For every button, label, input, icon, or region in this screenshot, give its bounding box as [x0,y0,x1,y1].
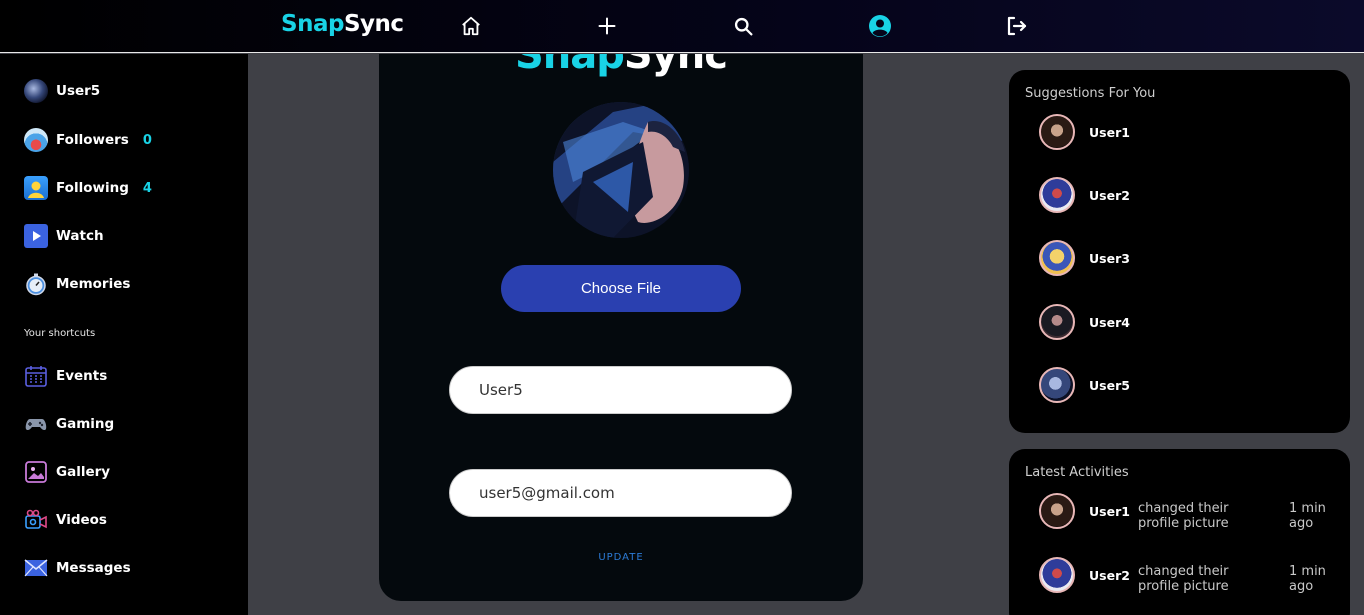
followers-count: 0 [142,132,152,148]
suggestion-user3[interactable]: User3 [1039,240,1130,276]
sidebar-item-messages[interactable]: Messages [24,554,131,582]
video-camera-icon [24,508,48,532]
calendar-icon [24,364,48,388]
logout-icon[interactable] [1003,13,1029,39]
activity-item[interactable]: User2 [1039,557,1130,593]
email-field[interactable]: user5@gmail.com [449,469,792,517]
sidebar-item-videos[interactable]: Videos [24,506,107,534]
activities-panel: Latest Activities User1 changed their pr… [1009,449,1350,615]
choose-file-button[interactable]: Choose File [501,265,741,312]
suggestion-username: User2 [1089,187,1130,203]
left-sidebar: User5 Followers 0 Following 4 Watch Memo… [0,54,248,615]
add-icon[interactable] [594,13,620,39]
avatar [1039,557,1075,593]
brand-part-1: Snap [281,11,344,37]
image-icon [24,460,48,484]
following-icon [24,176,48,200]
search-icon[interactable] [730,13,756,39]
avatar [1039,367,1075,403]
username-field[interactable]: User5 [449,366,792,414]
avatar [1039,240,1075,276]
sidebar-item-watch[interactable]: Watch [24,222,104,250]
sidebar-item-memories[interactable]: Memories [24,270,130,298]
sidebar-item-label: Followers [56,132,129,148]
avatar [1039,177,1075,213]
following-count: 4 [142,180,152,196]
avatar [1039,493,1075,529]
sidebar-item-label: Memories [56,276,131,292]
sidebar-item-label: Gaming [56,416,115,432]
home-icon[interactable] [458,13,484,39]
sidebar-item-events[interactable]: Events [24,362,107,390]
activity-time: 1 min ago [1289,564,1326,594]
suggestion-user1[interactable]: User1 [1039,114,1130,150]
activity-username: User1 [1089,503,1130,519]
sidebar-item-label: Gallery [56,464,111,480]
profile-picture [553,102,689,238]
avatar [1039,304,1075,340]
followers-icon [24,128,48,152]
card-title-part-2: Sync [623,54,728,78]
suggestions-heading: Suggestions For You [1025,86,1156,101]
card-title-part-1: Snap [515,54,625,78]
avatar [24,79,48,103]
sidebar-item-label: Watch [56,228,104,244]
sidebar-item-label: Following [56,180,129,196]
activity-text: changed their profile picture [1138,564,1229,594]
activity-username: User2 [1089,567,1130,583]
avatar [1039,114,1075,150]
sidebar-item-label: Messages [56,560,131,576]
activities-heading: Latest Activities [1025,465,1129,480]
sidebar-item-gallery[interactable]: Gallery [24,458,110,486]
edit-profile-card: SnapSync Choose File User5 user5@gmail.c… [379,54,863,601]
suggestion-user4[interactable]: User4 [1039,304,1130,340]
shortcuts-heading: Your shortcuts [24,328,96,339]
card-brand-title: SnapSync [379,54,863,78]
sidebar-item-profile[interactable]: User5 [24,77,100,105]
sidebar-item-label: User5 [56,83,101,99]
sidebar-item-following[interactable]: Following 4 [24,174,152,202]
activity-item[interactable]: User1 [1039,493,1130,529]
suggestion-user2[interactable]: User2 [1039,177,1130,213]
stopwatch-icon [24,272,48,296]
sidebar-item-followers[interactable]: Followers 0 [24,126,152,154]
profile-icon[interactable] [867,13,893,39]
suggestion-username: User3 [1089,250,1130,266]
suggestion-username: User5 [1089,377,1130,393]
sidebar-item-gaming[interactable]: Gaming [24,410,114,438]
brand-logo[interactable]: SnapSync [281,11,404,37]
update-button[interactable]: UPDATE [379,552,863,563]
brand-part-2: Sync [343,11,404,37]
watch-icon [24,224,48,248]
sidebar-item-label: Videos [56,512,107,528]
activity-text: changed their profile picture [1138,501,1229,531]
suggestion-username: User1 [1089,124,1130,140]
envelope-icon [24,556,48,580]
sidebar-item-label: Events [56,368,108,384]
suggestion-username: User4 [1089,314,1130,330]
suggestion-user5[interactable]: User5 [1039,367,1130,403]
top-navbar: SnapSync [0,0,1364,53]
suggestions-panel: Suggestions For You User1 User2 User3 Us… [1009,70,1350,433]
activity-time: 1 min ago [1289,501,1326,531]
gamepad-icon [24,412,48,436]
